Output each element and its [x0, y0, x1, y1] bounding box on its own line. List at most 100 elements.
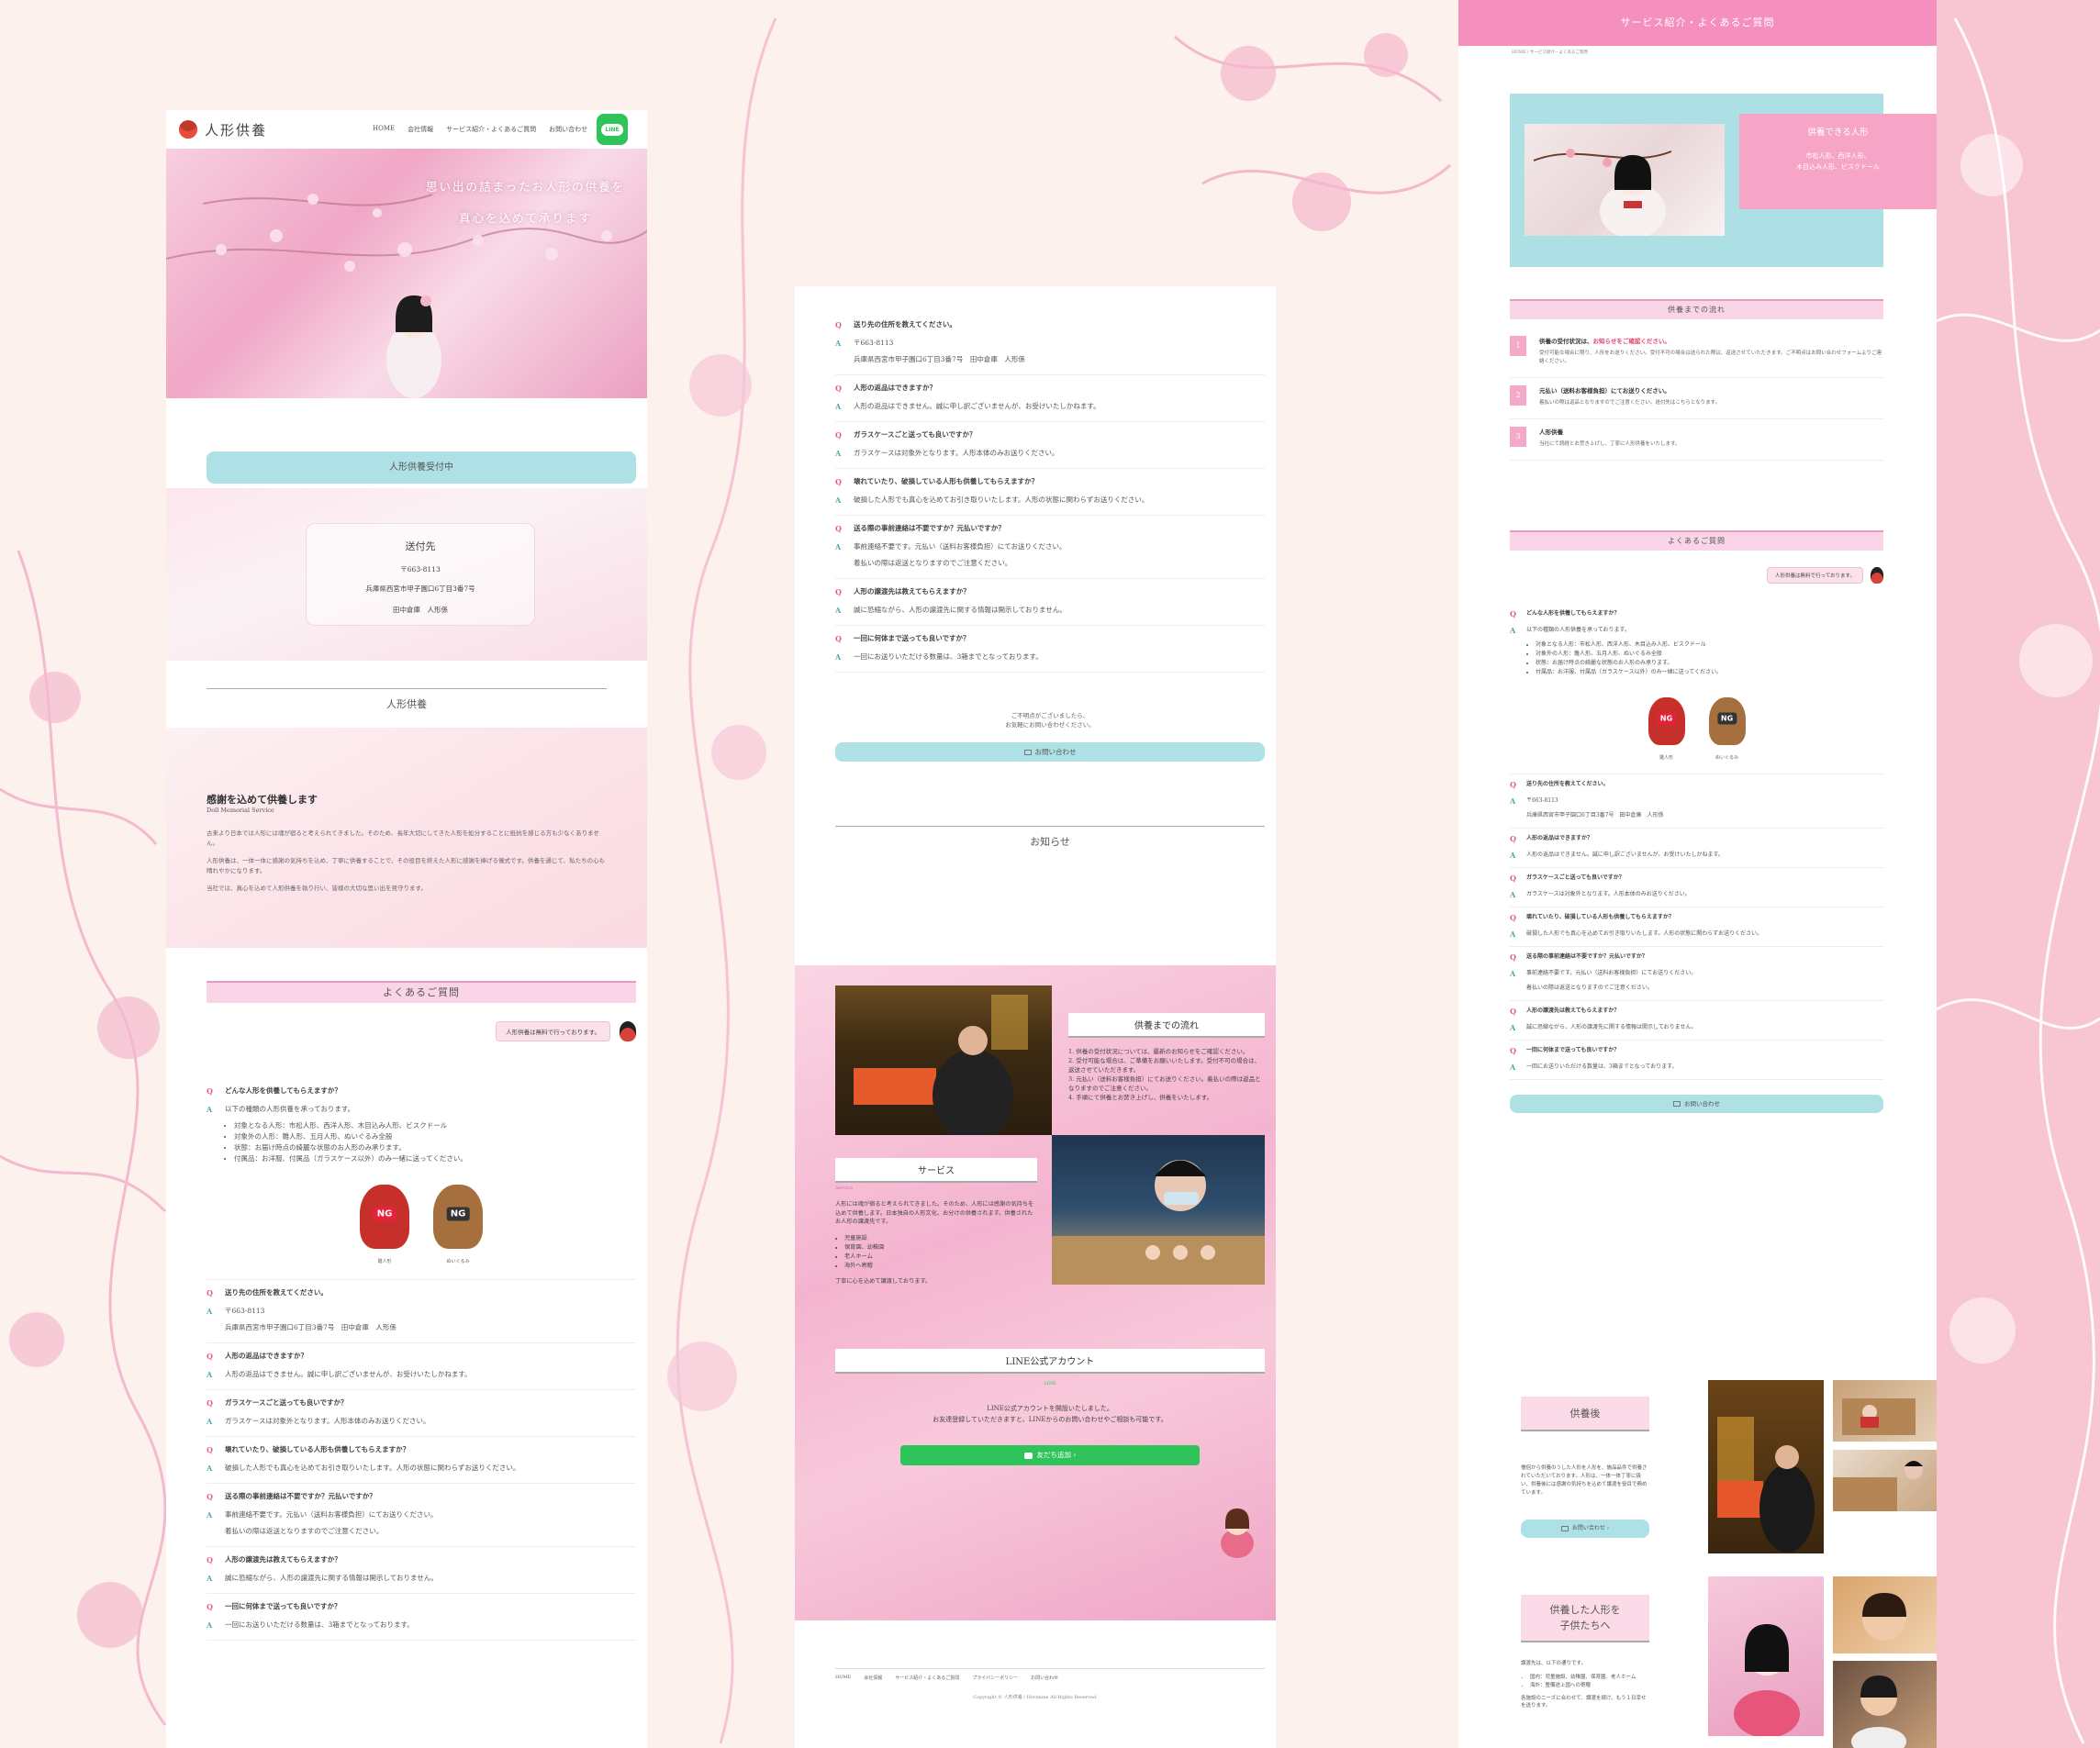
nav-company[interactable]: 会社情報	[408, 125, 433, 134]
doll-logo-icon	[179, 120, 197, 139]
faq-question[interactable]: Q 一回に何体まで送っても良いですか？	[207, 1601, 636, 1612]
faq-question[interactable]: Q 一回に何体まで送っても良いですか？	[835, 633, 1265, 644]
faq-answer: A 〒663-8113 兵庫県西宮市甲子園口6丁目3番7号 田中倉庫 人形係	[207, 1307, 397, 1331]
hero-image: 思い出の詰まったお人形の供養を 真心を込めて承ります	[166, 149, 647, 398]
faq-question[interactable]: Q 人形の返品はできますか？	[835, 383, 1265, 394]
line-text-2: お友達登録していただきますと、LINEからのお問い合わせやご相談も可能です。	[933, 1416, 1167, 1423]
faq-item: Q 人形の返品はできますか？ A 人形の返品はできません。誠に申し訳ございませんが、お…	[1510, 829, 1883, 868]
line-add-friend-button[interactable]: 友だち追加 ›	[900, 1445, 1200, 1465]
kuyou-section: 感謝を込めて供養します Doll Memorial Service 古来より日本…	[166, 728, 647, 948]
faq-item: Q 壊れていたり、破損している人形も供養してもらえますか？ A 破損した人形でも真心を…	[1510, 907, 1883, 947]
faq-bullet: 対象外の人形：雛人形、五月人形、ぬいぐるみ全般	[1536, 650, 1722, 659]
faq-question[interactable]: Q 壊れていたり、破損している人形も供養してもらえますか？	[207, 1444, 636, 1455]
faq-question[interactable]: Q 送る際の事前連絡は不要ですか？元払いですか？	[835, 523, 1265, 534]
faq-question[interactable]: Q どんな人形を供養してもらえますか？	[207, 1086, 636, 1097]
faq-question[interactable]: Q どんな人形を供養してもらえますか？	[1510, 609, 1883, 618]
faq-question[interactable]: Q 人形の譲渡先は教えてもらえますか？	[1510, 1007, 1883, 1016]
faq-item: Qどんな人形を供養してもらえますか？ A以下の種類の人形供養を承っております。対象…	[1510, 604, 1883, 774]
faq-question[interactable]: Q 人形の譲渡先は教えてもらえますか？	[207, 1554, 636, 1565]
question-mark-icon: Q	[1510, 834, 1516, 843]
step-body: 当社にて読経とお焚き上げし、丁寧に人形供養をいたします。	[1539, 441, 1681, 447]
question-mark-icon: Q	[835, 384, 842, 393]
after-contact-button[interactable]: お問い合わせ ›	[1521, 1520, 1649, 1538]
service-foot: 丁寧に心を込めて譲渡しております。	[835, 1277, 932, 1285]
question-mark-icon: Q	[835, 477, 842, 486]
footer-link-home[interactable]: HOME	[835, 1675, 851, 1681]
line-icon[interactable]: LINE	[597, 114, 628, 145]
page-service: サービス紹介・よくあるご質問 HOME / サービス紹介・よくあるご質問 供養で…	[1458, 0, 1937, 1748]
faq-answer: A 〒663-8113 兵庫県西宮市甲子園口6丁目3番7号 田中倉庫 人形係	[835, 339, 1025, 363]
line-section: LINE公式アカウント LINE LINE公式アカウントを開設いたしました。 お…	[835, 1349, 1265, 1465]
main-nav: HOME 会社情報 サービス紹介・よくあるご質問 お問い合わせ	[373, 125, 587, 134]
faq-question[interactable]: Q 人形の譲渡先は教えてもらえますか？	[835, 586, 1265, 597]
faq-answer: A 事前連絡不要です。元払い（送料お客様負担）にてお送りください。 着払いの際は返送…	[207, 1510, 438, 1535]
answer-mark-icon: A	[835, 449, 842, 458]
address-line: 兵庫県西宮市甲子園口6丁目3番7号	[365, 585, 475, 593]
nav-home[interactable]: HOME	[373, 125, 395, 134]
answer-mark-icon: A	[207, 1510, 213, 1520]
address-title: 送付先	[405, 540, 436, 552]
question-mark-icon: Q	[1510, 1007, 1516, 1016]
faq-item: Q 送り先の住所を教えてください。 A 〒663-8113 兵庫県西宮市甲子園口6丁目3…	[1510, 774, 1883, 829]
faq-answer: A以下の種類の人形供養を承っております。対象となる人形：市松人形、西洋人形、木目…	[1510, 626, 1883, 677]
faq-answer: A以下の種類の人形供養を承っております。対象となる人形：市松人形、西洋人形、木目…	[207, 1104, 636, 1164]
page-home: 人形供養 HOME 会社情報 サービス紹介・よくあるご質問 お問い合わせ LIN…	[166, 110, 647, 1748]
faq-question[interactable]: Q ガラスケースごと送っても良いですか？	[1510, 874, 1883, 883]
faq-answer: A 破損した人形でも真心を込めてお引き取りいたします。人形の状態に関わらずお送りく…	[1510, 930, 1763, 939]
answer-mark-icon: A	[1510, 626, 1516, 635]
footer-link-privacy[interactable]: プライバシーポリシー	[972, 1675, 1018, 1681]
mail-icon-2	[1673, 1101, 1681, 1107]
footer-link-contact[interactable]: お問い合わせ	[1031, 1675, 1058, 1681]
faq-question[interactable]: Q 人形の返品はできますか？	[1510, 834, 1883, 843]
step-number-badge: 1	[1510, 336, 1526, 356]
contact-button-service[interactable]: お問い合わせ	[1510, 1095, 1883, 1113]
line-text-1: LINE公式アカウントを開設いたしました。	[987, 1405, 1113, 1412]
faq-list: Qどんな人形を供養してもらえますか？ A以下の種類の人形供養を承っております。対象…	[207, 1078, 636, 1641]
service-title: サービス	[835, 1158, 1037, 1183]
faq-answer: A 誠に恐縮ながら、人形の譲渡先に関する情報は開示しておりません。	[207, 1574, 438, 1583]
service-item-3: 老人ホーム	[844, 1253, 1037, 1262]
doll-figure	[386, 295, 441, 398]
nav-service[interactable]: サービス紹介・よくあるご質問	[446, 125, 536, 134]
faq-bullet: 付属品：お洋服、付属品（ガラスケース以外）のみ一緒に送ってください。	[234, 1153, 467, 1164]
faq-item: Q 人形の返品はできますか？ A 人形の返品はできません。誠に申し訳ございませんが、お…	[835, 375, 1265, 422]
faq-question[interactable]: Q 壊れていたり、破損している人形も供養してもらえますか？	[835, 476, 1265, 487]
faq-question[interactable]: Q 壊れていたり、破損している人形も供養してもらえますか？	[1510, 913, 1883, 922]
faq-question[interactable]: Q 送り先の住所を教えてください。	[1510, 780, 1883, 789]
faq-question[interactable]: Q 送り先の住所を教えてください。	[835, 319, 1265, 330]
breadcrumb[interactable]: HOME / サービス紹介・よくあるご質問	[1458, 46, 1937, 55]
footer-link-company[interactable]: 会社情報	[864, 1675, 882, 1681]
kids-item-2: 海外：整備途上国への寄贈	[1530, 1682, 1649, 1690]
nav-contact[interactable]: お問い合わせ	[549, 125, 587, 134]
faq-item: Q ガラスケースごと送っても良いですか？ A ガラスケースは対象外となります。人形本体…	[207, 1390, 636, 1437]
faq-bullet: 状態：お届け時点の綺麗な状態のお人形のみ承ります。	[234, 1142, 467, 1153]
question-mark-icon: Q	[207, 1086, 213, 1096]
faq-question[interactable]: Q ガラスケースごと送っても良いですか？	[207, 1397, 636, 1408]
question-mark-icon: Q	[835, 320, 842, 329]
question-mark-icon: Q	[207, 1492, 213, 1501]
page-middle: Q 送り先の住所を教えてください。 A 〒663-8113 兵庫県西宮市甲子園口6丁目3…	[795, 286, 1276, 1748]
faq-question[interactable]: Q 送り先の住所を教えてください。	[207, 1287, 636, 1298]
address-name: 田中倉庫 人形係	[393, 606, 448, 614]
line-section-title: LINE公式アカウント	[835, 1349, 1265, 1374]
contact-button[interactable]: お問い合わせ	[835, 742, 1265, 762]
faq-answer: A 事前連絡不要です。元払い（送料お客様負担）にてお送りください。 着払いの際は返送…	[1510, 969, 1697, 991]
faq-answer: A 人形の返品はできません。誠に申し訳ございませんが、お受けいたしかねます。	[835, 402, 1100, 411]
kuyou-sub: Doll Memorial Service	[207, 807, 274, 814]
flow-step-4: 4. 手順にて供養とお焚き上げし、供養をいたします。	[1068, 1094, 1213, 1101]
ng-badge: NG	[373, 1207, 397, 1220]
faq-title-service: よくあるご質問	[1510, 530, 1883, 551]
faq-question[interactable]: Q ガラスケースごと送っても良いですか？	[835, 429, 1265, 440]
faq-bullets: 対象となる人形：市松人形、西洋人形、木目込み人形、ビスクドール対象外の人形：雛人…	[1536, 640, 1722, 677]
footer-link-service[interactable]: サービス紹介・よくあるご質問	[895, 1675, 959, 1681]
step-number-badge: 2	[1510, 385, 1526, 406]
faq-question[interactable]: Q 送る際の事前連絡は不要ですか？元払いですか？	[207, 1491, 636, 1502]
flow-step: 3 人形供養 当社にて読経とお焚き上げし、丁寧に人形供養をいたします。	[1510, 419, 1883, 461]
faq-answer: A 一回にお送りいただける数量は、3箱までとなっております。	[835, 652, 1043, 662]
faq-question[interactable]: Q 一回に何体まで送っても良いですか？	[1510, 1046, 1883, 1055]
faq-answer: A ガラスケースは対象外となります。人形本体のみお送りください。	[1510, 890, 1691, 899]
faq-question[interactable]: Q 送る際の事前連絡は不要ですか？元払いですか？	[1510, 952, 1883, 962]
faq-section: よくあるご質問 人形供養は無料で行っております。 Q どんな人形を供養してもらえま…	[166, 948, 647, 1641]
faq-question[interactable]: Q 人形の返品はできますか？	[207, 1351, 636, 1362]
site-logo[interactable]: 人形供養	[205, 120, 267, 139]
